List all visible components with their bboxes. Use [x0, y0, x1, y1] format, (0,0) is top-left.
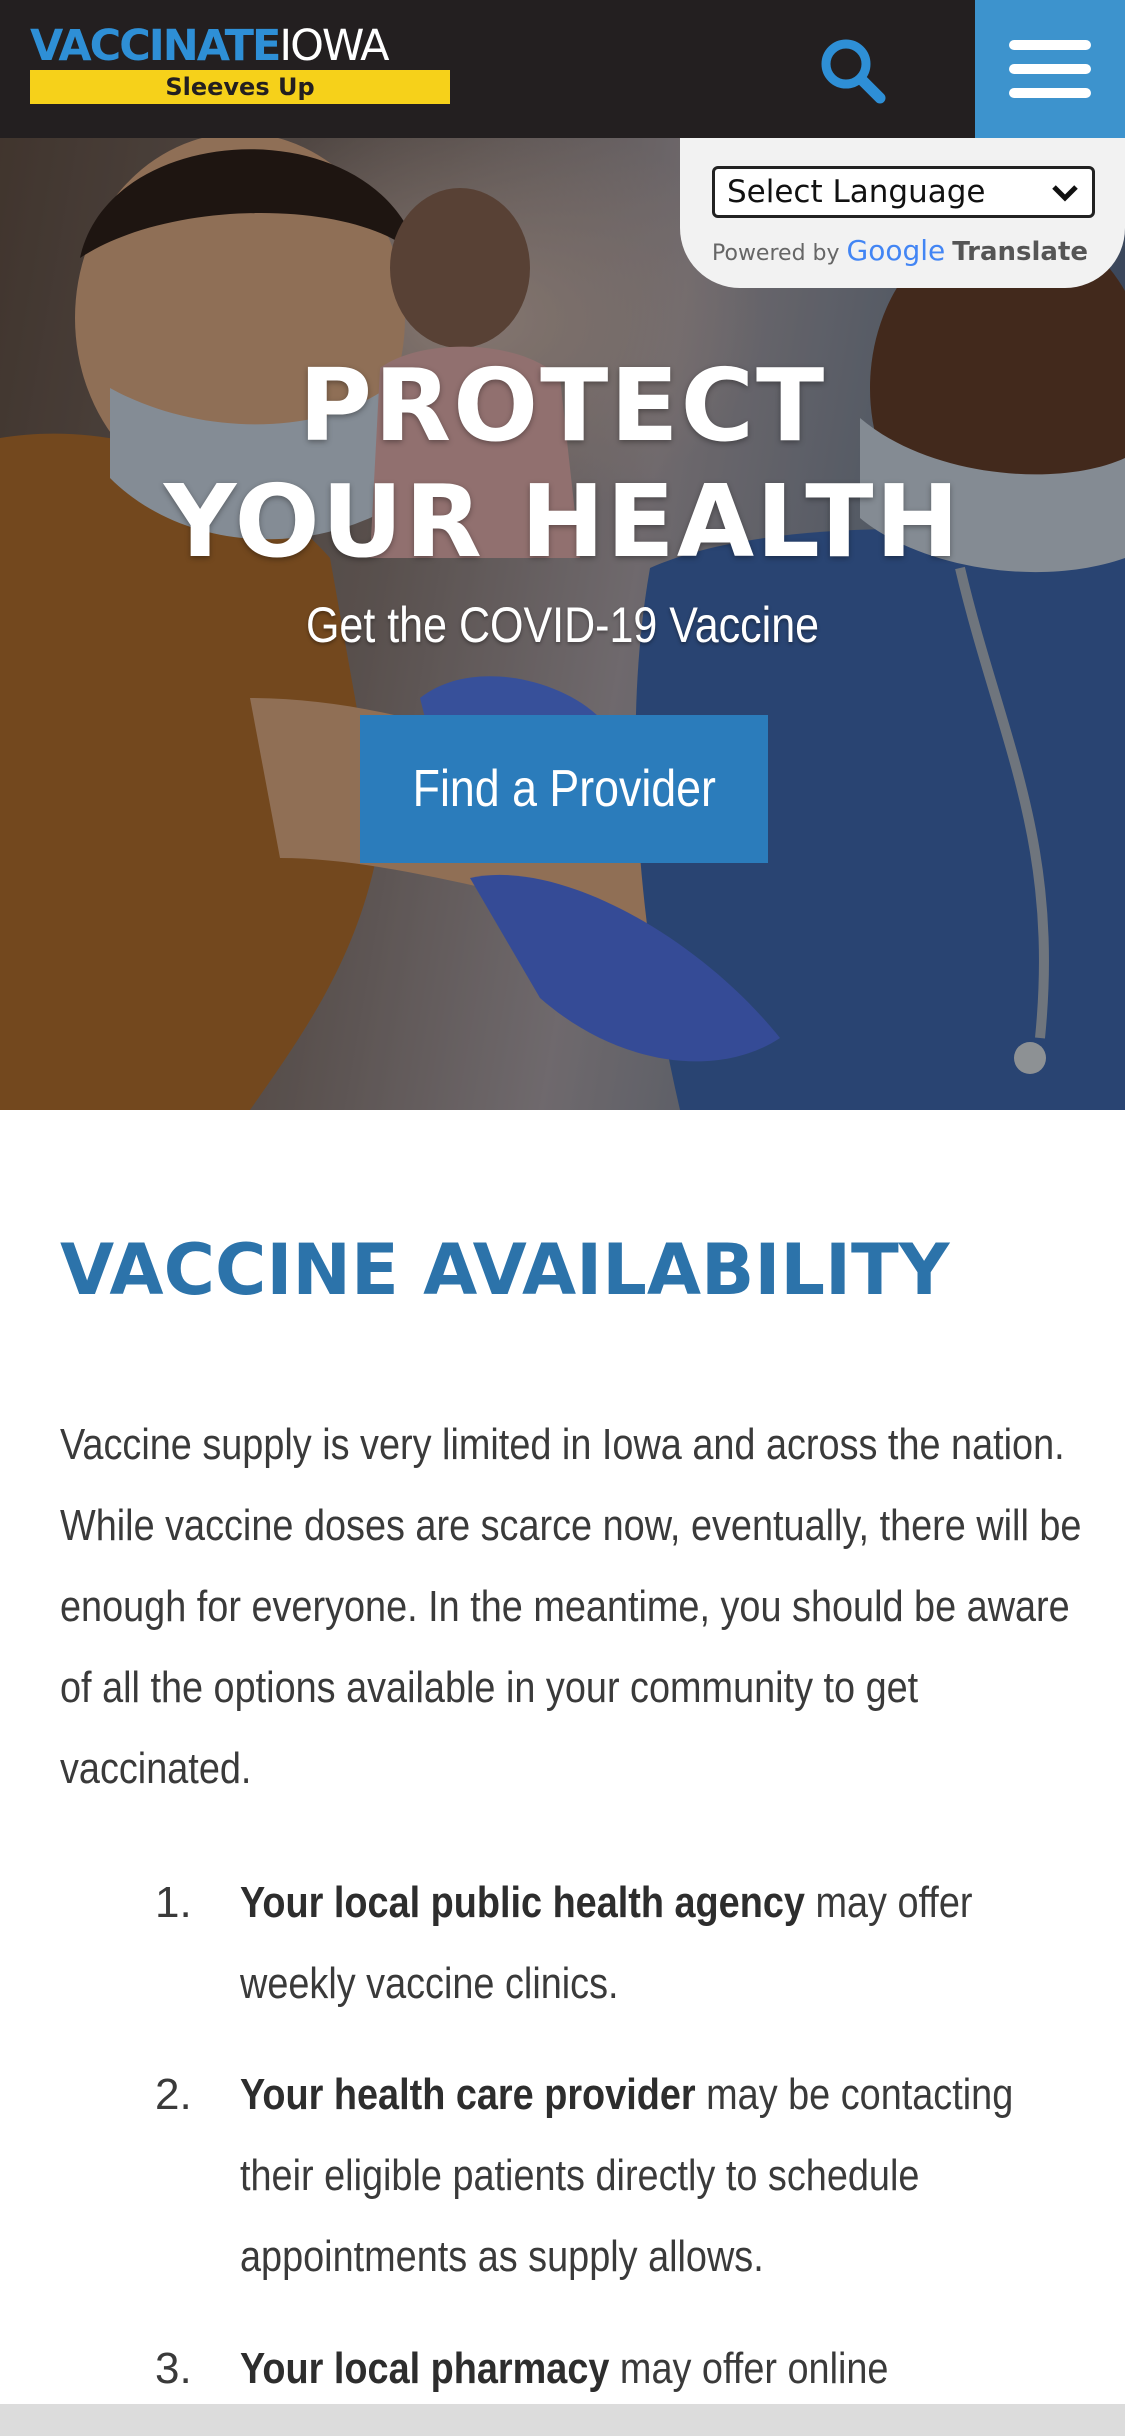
language-select[interactable]: Select Language — [712, 166, 1095, 218]
hero-section: Select Language Powered by Google Transl… — [0, 138, 1125, 1110]
vaccinate-iowa-logo[interactable]: VACCINATEIOWA Sleeves Up — [30, 24, 450, 108]
hamburger-menu-icon-line — [1009, 88, 1091, 98]
list-item-text: may offer — [804, 1878, 973, 1927]
list-item-text: may offer online — [609, 2344, 889, 2393]
hero-title-line-2: YOUR HEALTH — [163, 463, 962, 580]
chevron-down-icon — [1052, 185, 1078, 202]
list-item-line: appointments as supply allows. — [240, 2232, 764, 2281]
list-item-first-line: Your local pharmacy may offer online — [240, 2328, 888, 2409]
hero-title: PROTECT YOUR HEALTH — [0, 348, 1125, 580]
translate-link[interactable]: Translate — [952, 237, 1088, 267]
site-header: VACCINATEIOWA Sleeves Up — [0, 0, 1125, 138]
vaccine-availability-heading-text: VACCINE AVAILABILITY — [60, 1229, 950, 1311]
list-item-bold-text: Your local public health agency — [240, 1878, 805, 1927]
list-item-text: may be contacting — [695, 2070, 1014, 2119]
intro-line: While vaccine doses are scarce now, even… — [60, 1501, 1082, 1550]
intro-line: vaccinated. — [60, 1744, 252, 1793]
list-item-number: 1. — [155, 1878, 192, 1927]
google-translate-widget: Select Language Powered by Google Transl… — [680, 138, 1125, 288]
intro-line: enough for everyone. In the meantime, yo… — [60, 1582, 1070, 1631]
search-icon — [821, 39, 886, 104]
powered-by-label: Powered by — [712, 241, 840, 266]
find-a-provider-button[interactable]: Find a Provider — [360, 715, 768, 863]
google-logo: Google — [846, 234, 946, 267]
hero-title-line-1: PROTECT — [298, 347, 827, 464]
browser-bottom-bar — [0, 2404, 1125, 2436]
list-item-first-line: Your local public health agency may offe… — [240, 1862, 972, 1943]
intro-line: of all the options available in your com… — [60, 1663, 919, 1712]
availability-intro-paragraph: Vaccine supply is very limited in Iowa a… — [60, 1404, 1090, 1809]
logo-iowa-text: IOWA — [279, 21, 389, 71]
page: VACCINATEIOWA Sleeves Up Select Language… — [0, 0, 1125, 2436]
list-item-number: 2. — [155, 2070, 192, 2119]
menu-button[interactable] — [975, 0, 1125, 138]
list-item-number: 3. — [155, 2344, 192, 2393]
list-item-line: their eligible patients directly to sche… — [240, 2151, 920, 2200]
language-select-value: Select Language — [727, 174, 986, 210]
hamburger-menu-icon-line — [1009, 64, 1091, 74]
hero-subtitle: Get the COVID-19 Vaccine — [305, 597, 820, 653]
list-item-first-line: Your health care provider may be contact… — [240, 2054, 1013, 2135]
logo-tagline: Sleeves Up — [30, 70, 450, 104]
list-item-bold-text: Your local pharmacy — [240, 2344, 610, 2393]
intro-line: Vaccine supply is very limited in Iowa a… — [60, 1420, 1065, 1469]
vaccine-availability-heading: VACCINE AVAILABILITY — [60, 1222, 1080, 1318]
logo-wordmark: VACCINATEIOWA — [30, 24, 450, 68]
logo-vaccinate-text: VACCINATE — [30, 21, 281, 71]
find-a-provider-label: Find a Provider — [412, 760, 716, 818]
powered-by-google-translate: Powered by Google Translate — [712, 234, 1112, 268]
list-item-bold-text: Your health care provider — [240, 2070, 696, 2119]
list-item-line: weekly vaccine clinics. — [240, 1959, 619, 2008]
search-button[interactable] — [812, 30, 892, 110]
hamburger-menu-icon — [1009, 40, 1091, 50]
